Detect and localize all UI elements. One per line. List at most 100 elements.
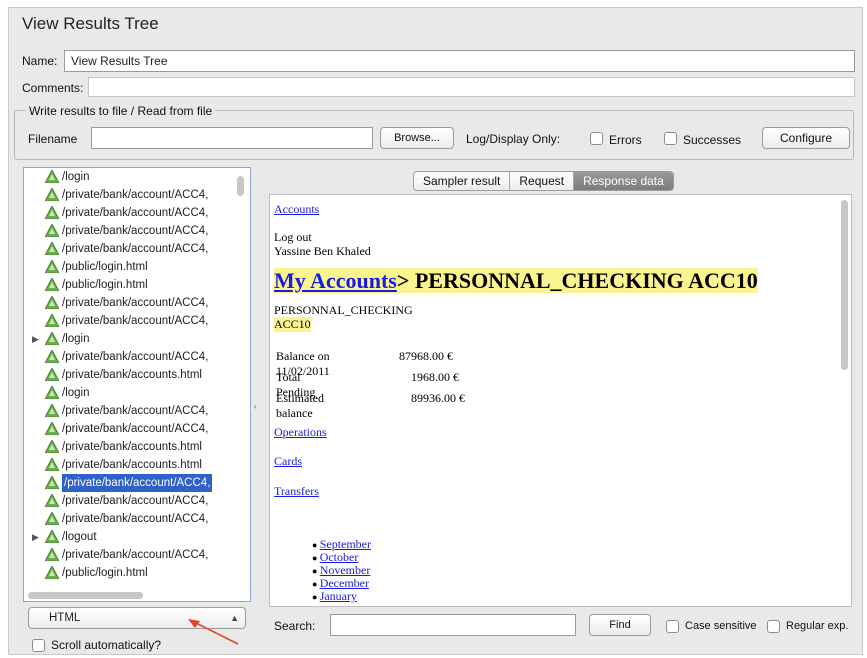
transfers-link[interactable]: Transfers [274, 484, 319, 499]
user-name: Yassine Ben Khaled [274, 244, 371, 258]
tree-item[interactable]: /private/bank/account/ACC4, [24, 186, 250, 204]
tree-item[interactable]: /private/bank/account/ACC4, [24, 222, 250, 240]
sample-success-icon [45, 530, 59, 543]
operations-link[interactable]: Operations [274, 425, 327, 440]
sample-success-icon [45, 458, 59, 471]
month-link[interactable]: November [320, 563, 371, 577]
tree-item-label: /private/bank/account/ACC4, [62, 189, 209, 201]
results-tree[interactable]: /login/private/bank/account/ACC4, /privat… [23, 167, 251, 602]
errors-label: Errors [609, 133, 642, 147]
case-sensitive-checkbox[interactable] [666, 620, 679, 633]
comments-input[interactable] [88, 77, 855, 97]
browse-button[interactable]: Browse... [380, 127, 454, 149]
comments-label: Comments: [22, 81, 84, 95]
file-group-title: Write results to file / Read from file [26, 104, 216, 118]
sample-success-icon [45, 368, 59, 381]
expand-arrow-icon[interactable]: ▶ [32, 330, 39, 348]
tree-item-label: /private/bank/account/ACC4, [62, 405, 209, 417]
tree-item[interactable]: /private/bank/account/ACC4, [24, 204, 250, 222]
tree-item[interactable]: /private/bank/account/ACC4, [24, 510, 250, 528]
search-input[interactable] [330, 614, 576, 636]
tree-item-label: /public/login.html [62, 567, 148, 579]
tree-item-label: /private/bank/account/ACC4, [62, 351, 209, 363]
response-scrollbar[interactable] [841, 200, 848, 370]
bullet-icon: ● [312, 579, 320, 589]
tree-item[interactable]: /private/bank/accounts.html [24, 438, 250, 456]
sample-success-icon [45, 314, 59, 327]
tree-item-label: /private/bank/accounts.html [62, 459, 202, 471]
tree-vertical-scrollbar[interactable] [237, 176, 244, 196]
sample-success-icon [45, 422, 59, 435]
tree-item[interactable]: /private/bank/account/ACC4, [24, 402, 250, 420]
tree-item[interactable]: /public/login.html [24, 276, 250, 294]
filename-input[interactable] [91, 127, 373, 149]
expand-arrow-icon[interactable]: ▶ [32, 528, 39, 546]
sample-success-icon [45, 332, 59, 345]
tree-item[interactable]: /private/bank/account/ACC4, [24, 420, 250, 438]
bullet-icon: ● [312, 566, 320, 576]
tree-horizontal-scrollbar[interactable] [28, 592, 143, 599]
response-data-view: Accounts Log out Yassine Ben Khaled My A… [269, 194, 852, 607]
tab-sampler-result[interactable]: Sampler result [414, 172, 511, 190]
sample-success-icon [45, 386, 59, 399]
balance-row-value: 87968.00 € [399, 349, 453, 363]
tab-response-data[interactable]: Response data [574, 172, 673, 190]
tree-item-label: /login [62, 333, 90, 345]
tree-item[interactable]: /private/bank/account/ACC4, [24, 294, 250, 312]
bullet-icon: ● [312, 553, 320, 563]
tree-item[interactable]: ▶ /login [24, 330, 250, 348]
tree-item[interactable]: /private/bank/account/ACC4, [24, 240, 250, 258]
configure-button[interactable]: Configure [762, 127, 850, 149]
tree-item[interactable]: /login [24, 168, 250, 186]
tree-item[interactable]: /private/bank/accounts.html [24, 366, 250, 384]
heading-rest: > PERSONNAL_CHECKING ACC10 [396, 268, 758, 293]
find-button[interactable]: Find [589, 614, 651, 636]
tree-item[interactable]: /private/bank/account/ACC4, [24, 348, 250, 366]
panel-title: View Results Tree [22, 14, 159, 33]
scroll-auto-label: Scroll automatically? [51, 638, 162, 652]
accounts-link[interactable]: Accounts [274, 202, 319, 217]
tree-item-label: /public/login.html [62, 261, 148, 273]
tree-item[interactable]: ▶ /logout [24, 528, 250, 546]
sample-success-icon [45, 548, 59, 561]
tree-item-label: /private/bank/account/ACC4, [62, 423, 209, 435]
bullet-icon: ● [312, 592, 320, 602]
tree-item-label: /public/login.html [62, 279, 148, 291]
month-link[interactable]: December [320, 576, 369, 590]
split-pane-divider[interactable]: ‹ [254, 402, 257, 411]
months-list: ● September ● October ● November ● December… [312, 538, 371, 603]
successes-label: Successes [683, 133, 742, 147]
month-link[interactable]: October [320, 550, 359, 564]
tree-item-label: /private/bank/account/ACC4, [62, 513, 209, 525]
sample-success-icon [45, 494, 59, 507]
tree-item[interactable]: /private/bank/account/ACC4, [24, 492, 250, 510]
renderer-select-value: HTML [49, 612, 81, 624]
sample-success-icon [45, 206, 59, 219]
my-accounts-link[interactable]: My Accounts [274, 268, 397, 293]
tree-item[interactable]: /public/login.html [24, 564, 250, 582]
month-link[interactable]: January [320, 589, 357, 603]
tree-item[interactable]: /private/bank/accounts.html [24, 456, 250, 474]
tree-item[interactable]: /public/login.html [24, 258, 250, 276]
sample-success-icon [45, 350, 59, 363]
sample-success-icon [45, 566, 59, 579]
bullet-icon: ● [312, 540, 320, 550]
cards-link[interactable]: Cards [274, 454, 302, 469]
regex-label: Regular exp. [786, 620, 849, 632]
sample-success-icon [45, 170, 59, 183]
tree-item[interactable]: /login [24, 384, 250, 402]
sample-success-icon [45, 260, 59, 273]
sample-success-icon [45, 278, 59, 291]
scroll-auto-checkbox[interactable] [32, 639, 45, 652]
tab-request[interactable]: Request [510, 172, 575, 190]
successes-checkbox[interactable] [664, 132, 677, 145]
tree-item-label: /private/bank/account/ACC4, [62, 315, 209, 327]
tree-item[interactable]: /private/bank/account/ACC4, [24, 312, 250, 330]
regex-checkbox[interactable] [767, 620, 780, 633]
name-input[interactable]: View Results Tree [64, 50, 855, 72]
tree-item[interactable]: /private/bank/account/ACC4, [24, 474, 250, 492]
balance-row-label: Estimated balance [276, 391, 324, 420]
month-link[interactable]: September [320, 537, 371, 551]
errors-checkbox[interactable] [590, 132, 603, 145]
tree-item[interactable]: /private/bank/account/ACC4, [24, 546, 250, 564]
